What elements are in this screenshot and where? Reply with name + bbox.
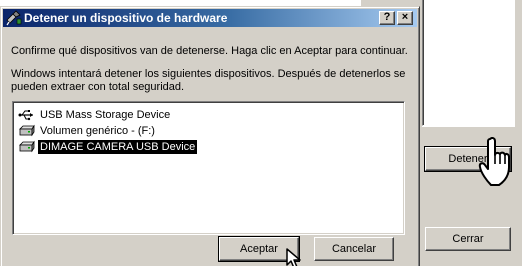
cancel-button[interactable]: Cancelar <box>314 237 394 261</box>
device-listbox[interactable]: USB Mass Storage Device Volumen genérico… <box>12 101 405 235</box>
help-button[interactable]: ? <box>379 11 395 25</box>
device-label: DIMAGE CAMERA USB Device <box>38 140 198 154</box>
dialog-title: Detener un dispositivo de hardware <box>24 11 228 25</box>
device-label: Volumen genérico - (F:) <box>40 125 155 137</box>
accept-button[interactable]: Aceptar <box>218 236 300 262</box>
dialog-titlebar[interactable]: Detener un dispositivo de hardware ? × <box>3 9 417 27</box>
stop-device-dialog: Detener un dispositivo de hardware ? × C… <box>0 6 420 266</box>
device-label: USB Mass Storage Device <box>40 109 171 121</box>
background-device-list[interactable] <box>422 0 515 126</box>
screen: Detener Cerrar Detener un dispositivo de… <box>0 0 522 266</box>
hardware-remove-icon <box>6 10 22 26</box>
dialog-close-button[interactable]: × <box>397 11 413 25</box>
stop-button[interactable]: Detener <box>424 146 512 172</box>
confirm-message: Confirme qué dispositivos van de detener… <box>11 45 408 57</box>
drive-icon <box>19 140 35 153</box>
usb-icon <box>18 110 33 121</box>
close-button[interactable]: Cerrar <box>425 227 511 251</box>
info-message: Windows intentará detener los siguientes… <box>11 68 406 93</box>
drive-icon <box>19 124 35 137</box>
